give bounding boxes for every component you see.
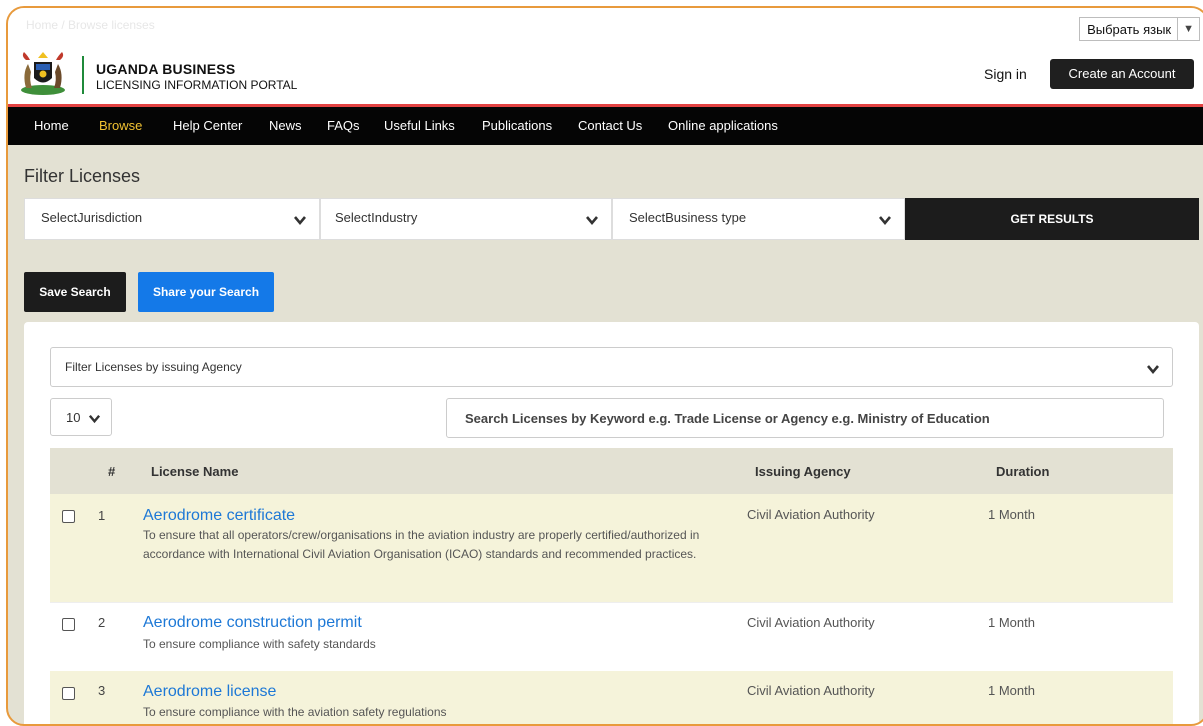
duration: 1 Month (988, 507, 1035, 522)
nav-online-applications[interactable]: Online applications (668, 118, 778, 133)
chevron-down-icon (294, 216, 306, 226)
issuing-agency: Civil Aviation Authority (747, 507, 875, 522)
uganda-coat-of-arms-logo[interactable] (18, 50, 68, 98)
brand-title[interactable]: UGANDA BUSINESS (96, 61, 235, 77)
column-header-duration[interactable]: Duration (996, 464, 1049, 479)
row-number: 1 (98, 508, 106, 523)
column-header-issuing-agency[interactable]: Issuing Agency (755, 464, 851, 479)
nav-home[interactable]: Home (34, 118, 69, 133)
table-row: 3 Aerodrome license To ensure compliance… (50, 671, 1173, 724)
jurisdiction-select-label: SelectJurisdiction (41, 210, 143, 225)
table-row: 2 Aerodrome construction permit To ensur… (50, 602, 1173, 672)
row-number: 3 (98, 683, 106, 698)
page-size-select[interactable]: 10 (50, 398, 112, 436)
license-name-link[interactable]: Aerodrome certificate (143, 507, 295, 525)
share-search-button[interactable]: Share your Search (138, 272, 274, 312)
issuing-agency: Civil Aviation Authority (747, 683, 875, 698)
issuing-agency: Civil Aviation Authority (747, 615, 875, 630)
chevron-down-icon (586, 216, 598, 226)
license-name-link[interactable]: Aerodrome construction permit (143, 614, 362, 632)
browser-frame: Home / Browse licenses Выбрать язык ▼ UG… (6, 6, 1203, 726)
industry-select-label: SelectIndustry (335, 210, 418, 225)
agency-filter-label: Filter Licenses by issuing Agency (65, 360, 242, 374)
business-type-select-label: SelectBusiness type (629, 210, 747, 225)
license-description: To ensure compliance with safety standar… (143, 637, 376, 651)
table-row: 1 Aerodrome certificate To ensure that a… (50, 494, 1173, 602)
industry-select[interactable]: SelectIndustry (320, 198, 612, 240)
table-header: # License Name Issuing Agency Duration (50, 448, 1173, 494)
translate-bar: Home / Browse licenses Выбрать язык ▼ (8, 8, 1203, 44)
dropdown-arrow-icon: ▼ (1177, 18, 1199, 40)
column-header-license-name[interactable]: License Name (151, 464, 238, 479)
chevron-down-icon (88, 414, 101, 424)
logo-divider (82, 56, 84, 94)
results-panel: Filter Licenses by issuing Agency 10 Sea… (24, 322, 1199, 724)
nav-contact-us[interactable]: Contact Us (578, 118, 642, 133)
nav-faqs[interactable]: FAQs (327, 118, 360, 133)
save-search-button[interactable]: Save Search (24, 272, 126, 312)
language-select-label: Выбрать язык (1087, 21, 1172, 37)
filter-title: Filter Licenses (24, 166, 141, 186)
agency-filter-select[interactable]: Filter Licenses by issuing Agency (50, 347, 1173, 387)
chevron-down-icon (1147, 365, 1159, 375)
row-checkbox[interactable] (62, 510, 75, 523)
business-type-select[interactable]: SelectBusiness type (612, 198, 905, 240)
jurisdiction-select[interactable]: SelectJurisdiction (24, 198, 320, 240)
keyword-search-input[interactable]: Search Licenses by Keyword e.g. Trade Li… (446, 398, 1164, 438)
row-checkbox[interactable] (62, 687, 75, 700)
row-number: 2 (98, 615, 106, 630)
get-results-button[interactable]: GET RESULTS (905, 198, 1199, 240)
page-size-value: 10 (66, 410, 81, 425)
license-name-link[interactable]: Aerodrome license (143, 683, 276, 701)
nav-help-center[interactable]: Help Center (173, 118, 242, 133)
create-account-button[interactable]: Create an Account (1050, 59, 1194, 89)
nav-news[interactable]: News (269, 118, 302, 133)
brand-subtitle: LICENSING INFORMATION PORTAL (96, 78, 298, 92)
sign-in-link[interactable]: Sign in (984, 66, 1027, 82)
language-select[interactable]: Выбрать язык ▼ (1079, 17, 1200, 41)
breadcrumb: Home / Browse licenses (26, 18, 155, 32)
nav-browse[interactable]: Browse (99, 118, 142, 133)
keyword-search-placeholder: Search Licenses by Keyword e.g. Trade Li… (465, 411, 990, 426)
duration: 1 Month (988, 615, 1035, 630)
column-header-num: # (108, 464, 116, 479)
site-header: UGANDA BUSINESS LICENSING INFORMATION PO… (8, 44, 1203, 107)
main-nav: Home Browse Help Center News FAQs Useful… (8, 107, 1203, 145)
row-checkbox[interactable] (62, 618, 75, 631)
nav-publications[interactable]: Publications (482, 118, 552, 133)
nav-useful-links[interactable]: Useful Links (384, 118, 455, 133)
duration: 1 Month (988, 683, 1035, 698)
chevron-down-icon (879, 216, 891, 226)
license-description: To ensure that all operators/crew/organi… (143, 528, 700, 561)
